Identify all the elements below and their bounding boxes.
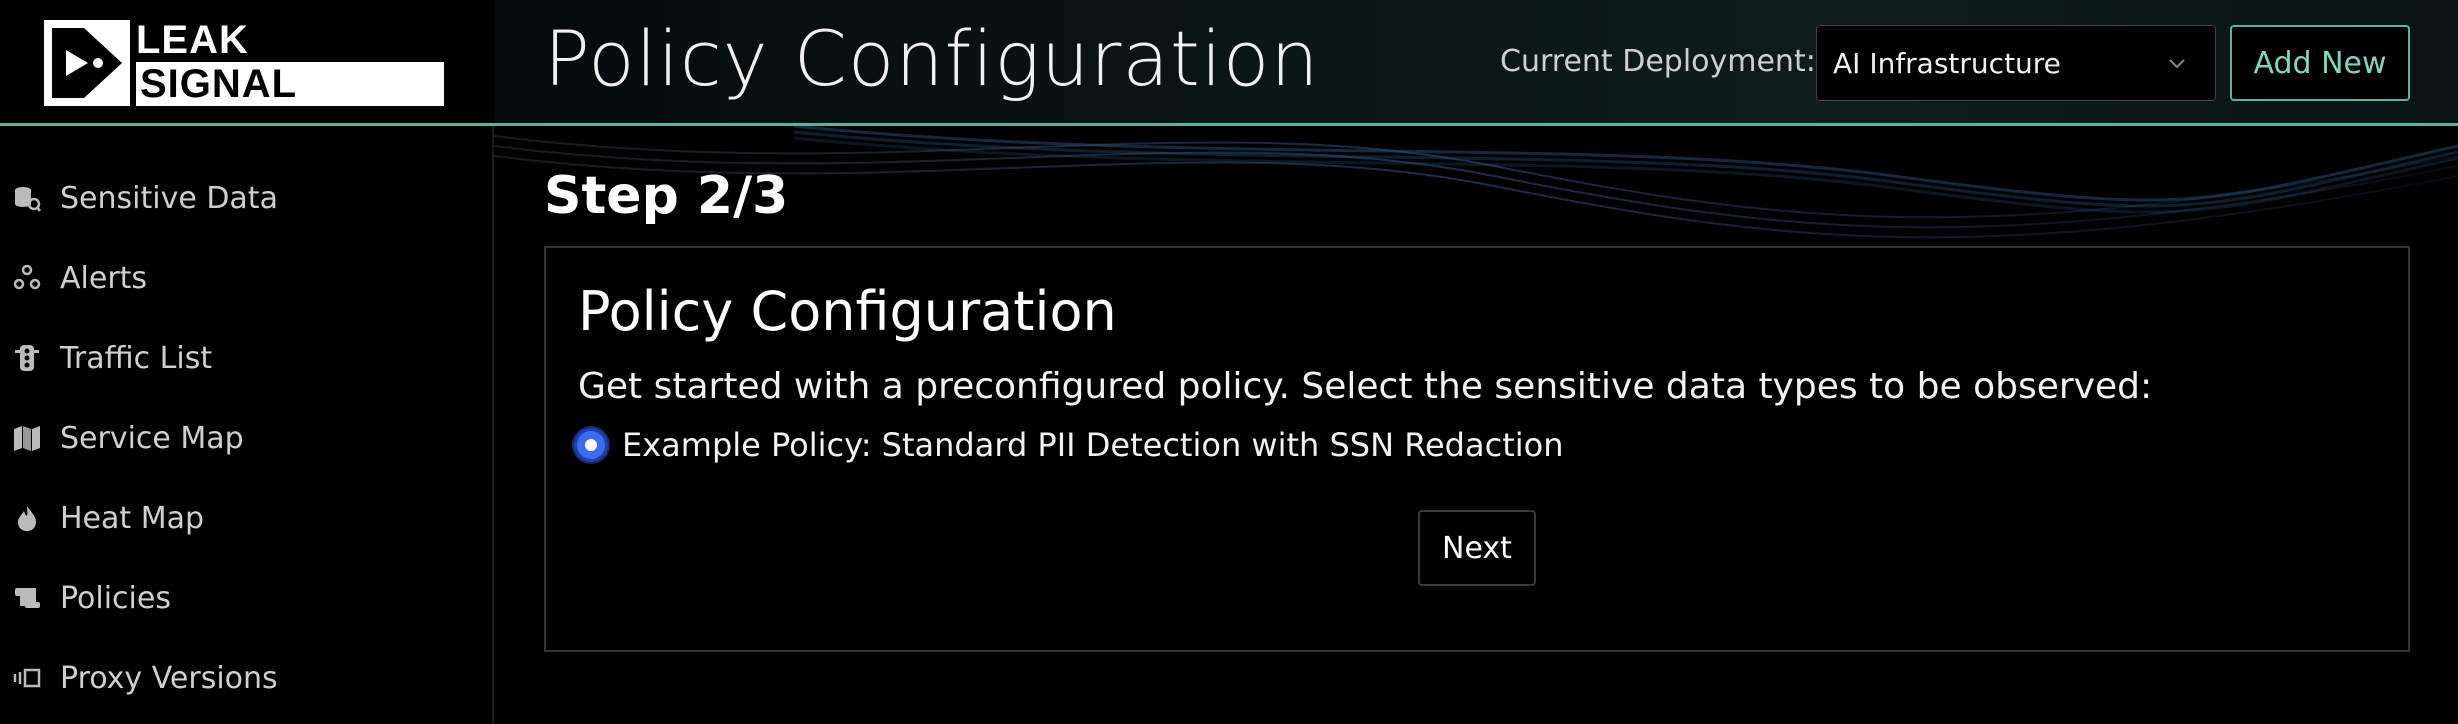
database-icon (12, 183, 42, 213)
deployment-select-value: AI Infrastructure (1833, 46, 2061, 80)
sidebar-item-label: Traffic List (60, 340, 213, 376)
scroll-icon (12, 583, 42, 613)
sidebar-item-sensitive-data[interactable]: Sensitive Data (0, 158, 494, 238)
policy-option-label[interactable]: Example Policy: Standard PII Detection w… (622, 426, 1563, 464)
alerts-icon (12, 263, 42, 293)
sidebar-item-label: Alerts (60, 260, 148, 296)
sidebar-item-label: Sensitive Data (60, 180, 278, 216)
sidebar-item-proxy-versions[interactable]: Proxy Versions (0, 638, 494, 718)
deployment-select[interactable]: AI Infrastructure (1816, 25, 2216, 101)
versions-icon (12, 663, 42, 693)
leaksignal-logo[interactable]: LEAK SIGNAL (44, 20, 444, 106)
map-icon (12, 423, 42, 453)
page-title: Policy Configuration (544, 14, 1320, 103)
deployment-label: Current Deployment: (1500, 44, 1816, 79)
main-content: Step 2/3 Policy Configuration Get starte… (494, 126, 2458, 724)
sidebar-nav: Sensitive Data Alerts Traffic List Servi… (0, 158, 494, 718)
next-button[interactable]: Next (1418, 510, 1536, 586)
traffic-light-icon (12, 343, 42, 373)
sidebar-item-label: Policies (60, 580, 171, 616)
sidebar-item-heat-map[interactable]: Heat Map (0, 478, 494, 558)
sidebar-item-service-map[interactable]: Service Map (0, 398, 494, 478)
sidebar-item-policies[interactable]: Policies (0, 558, 494, 638)
card-description: Get started with a preconfigured policy.… (578, 366, 2153, 407)
add-new-button[interactable]: Add New (2230, 25, 2410, 101)
logo-mark-icon (44, 20, 130, 106)
step-indicator: Step 2/3 (544, 166, 789, 226)
sidebar-item-alerts[interactable]: Alerts (0, 238, 494, 318)
card-title: Policy Configuration (578, 280, 1117, 343)
logo-text-signal: SIGNAL (136, 62, 444, 106)
sidebar-item-label: Heat Map (60, 500, 205, 536)
sidebar-item-label: Service Map (60, 420, 244, 456)
sidebar-item-traffic-list[interactable]: Traffic List (0, 318, 494, 398)
sidebar-item-label: Proxy Versions (60, 660, 278, 696)
sidebar: LEAK SIGNAL Sensitive Data Alerts Traffi… (0, 0, 494, 724)
chevron-down-icon (2157, 43, 2197, 83)
fire-icon (12, 503, 42, 533)
radio-selected-dot (585, 439, 597, 451)
policy-option-radio[interactable] (574, 428, 608, 462)
policy-option-radio-row[interactable]: Example Policy: Standard PII Detection w… (574, 426, 1563, 464)
logo-text-leak: LEAK (136, 18, 249, 62)
header: Policy Configuration Current Deployment:… (494, 0, 2458, 126)
policy-config-card: Policy Configuration Get started with a … (544, 246, 2410, 652)
